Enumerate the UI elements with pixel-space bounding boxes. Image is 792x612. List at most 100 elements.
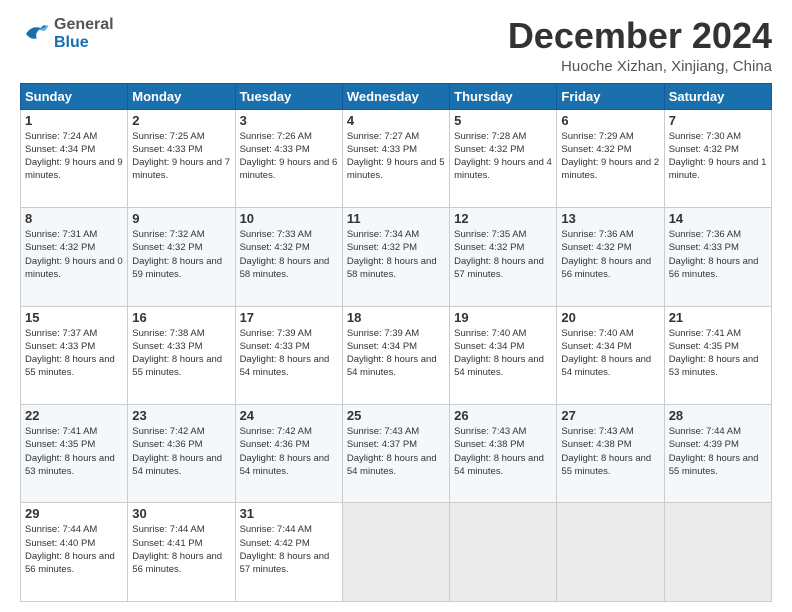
day-info: Sunrise: 7:27 AMSunset: 4:33 PMDaylight:…	[347, 130, 445, 183]
table-row: 15 Sunrise: 7:37 AMSunset: 4:33 PMDaylig…	[21, 306, 128, 404]
day-info: Sunrise: 7:24 AMSunset: 4:34 PMDaylight:…	[25, 130, 123, 183]
day-number: 15	[25, 310, 123, 325]
day-info: Sunrise: 7:43 AMSunset: 4:38 PMDaylight:…	[561, 425, 659, 478]
table-row	[557, 503, 664, 602]
table-row: 11 Sunrise: 7:34 AMSunset: 4:32 PMDaylig…	[342, 208, 449, 306]
day-info: Sunrise: 7:39 AMSunset: 4:33 PMDaylight:…	[240, 327, 338, 380]
logo-icon	[20, 19, 50, 49]
day-info: Sunrise: 7:39 AMSunset: 4:34 PMDaylight:…	[347, 327, 445, 380]
day-number: 10	[240, 211, 338, 226]
table-row: 6 Sunrise: 7:29 AMSunset: 4:32 PMDayligh…	[557, 109, 664, 207]
day-number: 22	[25, 408, 123, 423]
col-tuesday: Tuesday	[235, 83, 342, 109]
table-row: 26 Sunrise: 7:43 AMSunset: 4:38 PMDaylig…	[450, 405, 557, 503]
table-row: 31 Sunrise: 7:44 AMSunset: 4:42 PMDaylig…	[235, 503, 342, 602]
day-number: 9	[132, 211, 230, 226]
table-row: 3 Sunrise: 7:26 AMSunset: 4:33 PMDayligh…	[235, 109, 342, 207]
col-thursday: Thursday	[450, 83, 557, 109]
day-info: Sunrise: 7:36 AMSunset: 4:32 PMDaylight:…	[561, 228, 659, 281]
day-info: Sunrise: 7:44 AMSunset: 4:39 PMDaylight:…	[669, 425, 767, 478]
location: Huoche Xizhan, Xinjiang, China	[508, 58, 772, 75]
day-info: Sunrise: 7:41 AMSunset: 4:35 PMDaylight:…	[25, 425, 123, 478]
day-number: 14	[669, 211, 767, 226]
page-header: General Blue December 2024 Huoche Xizhan…	[20, 16, 772, 75]
day-info: Sunrise: 7:40 AMSunset: 4:34 PMDaylight:…	[454, 327, 552, 380]
day-info: Sunrise: 7:34 AMSunset: 4:32 PMDaylight:…	[347, 228, 445, 281]
table-row: 23 Sunrise: 7:42 AMSunset: 4:36 PMDaylig…	[128, 405, 235, 503]
day-number: 6	[561, 113, 659, 128]
day-info: Sunrise: 7:31 AMSunset: 4:32 PMDaylight:…	[25, 228, 123, 281]
day-number: 3	[240, 113, 338, 128]
day-info: Sunrise: 7:38 AMSunset: 4:33 PMDaylight:…	[132, 327, 230, 380]
day-number: 11	[347, 211, 445, 226]
table-row: 14 Sunrise: 7:36 AMSunset: 4:33 PMDaylig…	[664, 208, 771, 306]
logo: General Blue	[20, 16, 114, 51]
table-row: 18 Sunrise: 7:39 AMSunset: 4:34 PMDaylig…	[342, 306, 449, 404]
table-row: 22 Sunrise: 7:41 AMSunset: 4:35 PMDaylig…	[21, 405, 128, 503]
day-info: Sunrise: 7:42 AMSunset: 4:36 PMDaylight:…	[132, 425, 230, 478]
day-number: 21	[669, 310, 767, 325]
title-area: December 2024 Huoche Xizhan, Xinjiang, C…	[508, 16, 772, 75]
day-info: Sunrise: 7:44 AMSunset: 4:42 PMDaylight:…	[240, 523, 338, 576]
table-row: 24 Sunrise: 7:42 AMSunset: 4:36 PMDaylig…	[235, 405, 342, 503]
table-row: 29 Sunrise: 7:44 AMSunset: 4:40 PMDaylig…	[21, 503, 128, 602]
day-number: 20	[561, 310, 659, 325]
day-number: 17	[240, 310, 338, 325]
day-info: Sunrise: 7:41 AMSunset: 4:35 PMDaylight:…	[669, 327, 767, 380]
month-title: December 2024	[508, 16, 772, 56]
day-info: Sunrise: 7:44 AMSunset: 4:40 PMDaylight:…	[25, 523, 123, 576]
table-row: 7 Sunrise: 7:30 AMSunset: 4:32 PMDayligh…	[664, 109, 771, 207]
day-info: Sunrise: 7:30 AMSunset: 4:32 PMDaylight:…	[669, 130, 767, 183]
page-container: General Blue December 2024 Huoche Xizhan…	[0, 0, 792, 612]
day-info: Sunrise: 7:40 AMSunset: 4:34 PMDaylight:…	[561, 327, 659, 380]
day-number: 1	[25, 113, 123, 128]
day-number: 5	[454, 113, 552, 128]
table-row: 9 Sunrise: 7:32 AMSunset: 4:32 PMDayligh…	[128, 208, 235, 306]
day-number: 7	[669, 113, 767, 128]
table-row: 20 Sunrise: 7:40 AMSunset: 4:34 PMDaylig…	[557, 306, 664, 404]
table-row	[450, 503, 557, 602]
table-row: 4 Sunrise: 7:27 AMSunset: 4:33 PMDayligh…	[342, 109, 449, 207]
calendar-week-row: 22 Sunrise: 7:41 AMSunset: 4:35 PMDaylig…	[21, 405, 772, 503]
table-row: 8 Sunrise: 7:31 AMSunset: 4:32 PMDayligh…	[21, 208, 128, 306]
day-info: Sunrise: 7:28 AMSunset: 4:32 PMDaylight:…	[454, 130, 552, 183]
calendar-week-row: 1 Sunrise: 7:24 AMSunset: 4:34 PMDayligh…	[21, 109, 772, 207]
day-number: 16	[132, 310, 230, 325]
table-row: 16 Sunrise: 7:38 AMSunset: 4:33 PMDaylig…	[128, 306, 235, 404]
table-row: 17 Sunrise: 7:39 AMSunset: 4:33 PMDaylig…	[235, 306, 342, 404]
day-number: 23	[132, 408, 230, 423]
table-row: 28 Sunrise: 7:44 AMSunset: 4:39 PMDaylig…	[664, 405, 771, 503]
day-info: Sunrise: 7:36 AMSunset: 4:33 PMDaylight:…	[669, 228, 767, 281]
table-row: 13 Sunrise: 7:36 AMSunset: 4:32 PMDaylig…	[557, 208, 664, 306]
day-number: 28	[669, 408, 767, 423]
day-number: 30	[132, 506, 230, 521]
table-row: 10 Sunrise: 7:33 AMSunset: 4:32 PMDaylig…	[235, 208, 342, 306]
day-number: 19	[454, 310, 552, 325]
table-row: 19 Sunrise: 7:40 AMSunset: 4:34 PMDaylig…	[450, 306, 557, 404]
day-number: 31	[240, 506, 338, 521]
day-number: 29	[25, 506, 123, 521]
calendar-header-row: Sunday Monday Tuesday Wednesday Thursday…	[21, 83, 772, 109]
col-friday: Friday	[557, 83, 664, 109]
day-info: Sunrise: 7:33 AMSunset: 4:32 PMDaylight:…	[240, 228, 338, 281]
day-info: Sunrise: 7:25 AMSunset: 4:33 PMDaylight:…	[132, 130, 230, 183]
table-row: 1 Sunrise: 7:24 AMSunset: 4:34 PMDayligh…	[21, 109, 128, 207]
day-number: 18	[347, 310, 445, 325]
day-number: 2	[132, 113, 230, 128]
table-row	[342, 503, 449, 602]
day-info: Sunrise: 7:42 AMSunset: 4:36 PMDaylight:…	[240, 425, 338, 478]
table-row	[664, 503, 771, 602]
day-number: 4	[347, 113, 445, 128]
calendar-week-row: 8 Sunrise: 7:31 AMSunset: 4:32 PMDayligh…	[21, 208, 772, 306]
table-row: 12 Sunrise: 7:35 AMSunset: 4:32 PMDaylig…	[450, 208, 557, 306]
day-info: Sunrise: 7:32 AMSunset: 4:32 PMDaylight:…	[132, 228, 230, 281]
calendar-table: Sunday Monday Tuesday Wednesday Thursday…	[20, 83, 772, 602]
day-number: 26	[454, 408, 552, 423]
table-row: 25 Sunrise: 7:43 AMSunset: 4:37 PMDaylig…	[342, 405, 449, 503]
day-number: 12	[454, 211, 552, 226]
calendar-week-row: 15 Sunrise: 7:37 AMSunset: 4:33 PMDaylig…	[21, 306, 772, 404]
day-info: Sunrise: 7:43 AMSunset: 4:37 PMDaylight:…	[347, 425, 445, 478]
day-number: 8	[25, 211, 123, 226]
table-row: 30 Sunrise: 7:44 AMSunset: 4:41 PMDaylig…	[128, 503, 235, 602]
table-row: 5 Sunrise: 7:28 AMSunset: 4:32 PMDayligh…	[450, 109, 557, 207]
